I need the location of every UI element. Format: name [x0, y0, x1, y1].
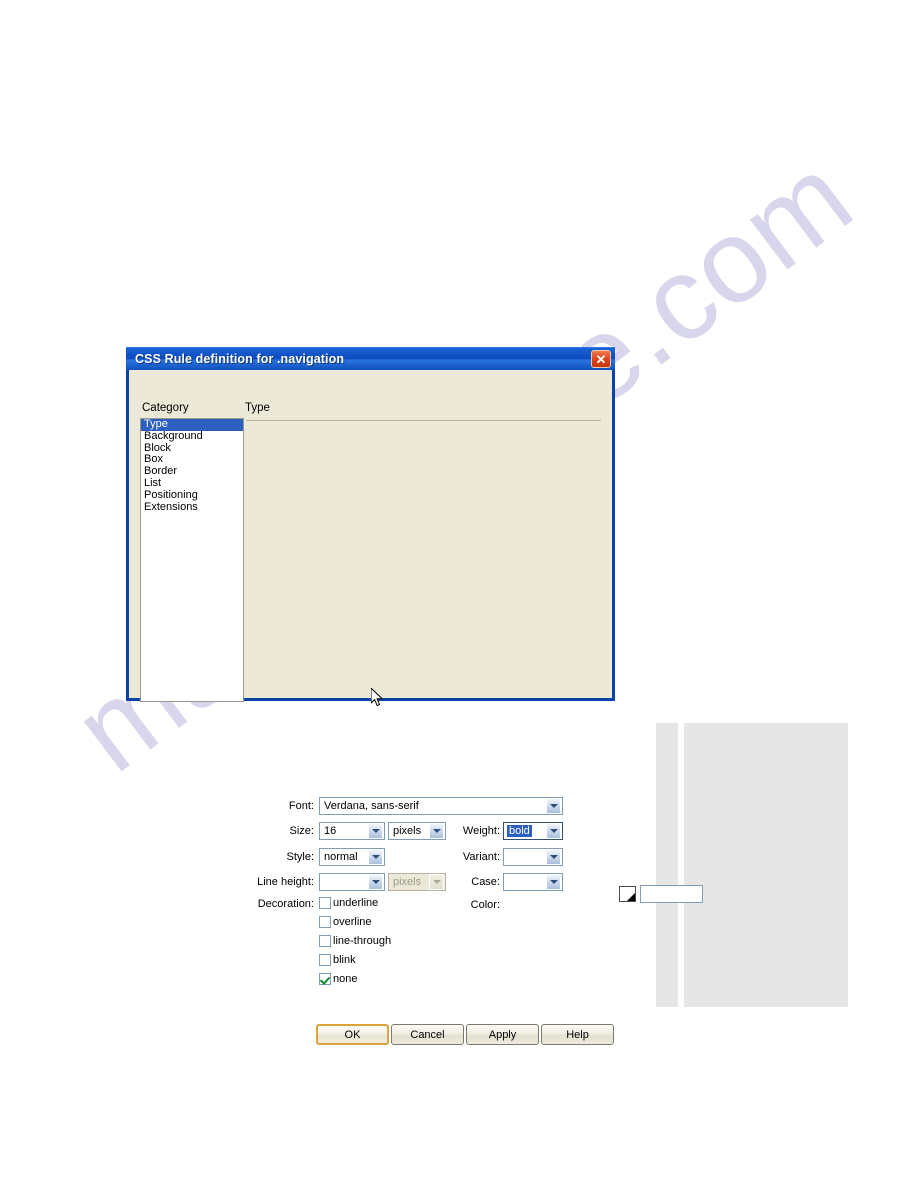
style-value: normal	[324, 851, 358, 863]
size-units-select[interactable]: pixels	[388, 822, 446, 840]
decoration-overline-checkbox[interactable]: overline	[319, 916, 372, 928]
chevron-down-icon	[368, 849, 383, 865]
line-height-units-value: pixels	[393, 876, 422, 888]
decoration-underline-label: underline	[333, 897, 379, 909]
help-button[interactable]: Help	[541, 1024, 614, 1045]
cancel-button-label: Cancel	[410, 1028, 445, 1041]
chevron-down-icon	[546, 874, 561, 890]
weight-label: Weight:	[462, 825, 500, 837]
color-input[interactable]	[640, 885, 703, 903]
chevron-down-icon	[546, 798, 561, 814]
case-label: Case:	[471, 876, 500, 888]
decoration-line-through-label: line-through	[333, 935, 392, 947]
color-label: Color:	[470, 899, 500, 911]
chevron-down-icon	[368, 874, 383, 890]
decoration-label: Decoration:	[257, 898, 314, 910]
wide-gray-panel	[684, 723, 848, 1007]
apply-button-label: Apply	[488, 1028, 517, 1041]
chevron-down-icon	[368, 823, 383, 839]
chevron-down-icon	[546, 823, 561, 839]
pane-divider	[246, 420, 601, 421]
size-value: 16	[324, 825, 337, 837]
ok-button[interactable]: OK	[316, 1024, 389, 1045]
line-height-select[interactable]	[319, 873, 385, 891]
weight-value: bold	[507, 825, 532, 837]
decoration-none-checkbox[interactable]: none	[319, 973, 357, 985]
decoration-none-label: none	[333, 973, 358, 985]
checkbox-icon	[319, 935, 331, 947]
size-label: Size:	[289, 825, 314, 837]
decoration-underline-checkbox[interactable]: underline	[319, 897, 378, 909]
checkbox-icon	[319, 916, 331, 928]
checkbox-icon	[319, 897, 331, 909]
line-height-label: Line height:	[257, 876, 314, 888]
category-item-list[interactable]: List	[141, 477, 243, 490]
variant-label: Variant:	[462, 851, 500, 863]
style-label: Style:	[286, 851, 314, 863]
category-list[interactable]: Type Background Block Box Border List Po…	[140, 418, 244, 702]
font-label: Font:	[288, 800, 314, 812]
category-item-background[interactable]: Background	[141, 430, 243, 443]
font-value: Verdana, sans-serif	[324, 800, 419, 812]
decoration-line-through-checkbox[interactable]: line-through	[319, 935, 391, 947]
decoration-blink-label: blink	[333, 954, 356, 966]
dialog-title: CSS Rule definition for .navigation	[135, 352, 345, 366]
dialog-title-bar: CSS Rule definition for .navigation ✕	[126, 347, 615, 370]
pane-title: Type	[245, 402, 270, 414]
dialog-body: Category Type Background Block Box Borde…	[129, 370, 703, 1045]
checkbox-checked-icon	[319, 973, 331, 985]
weight-select[interactable]: bold	[503, 822, 563, 840]
narrow-gray-bar	[656, 723, 678, 1007]
line-height-units-select: pixels	[388, 873, 446, 891]
category-item-positioning[interactable]: Positioning	[141, 489, 243, 502]
cancel-button[interactable]: Cancel	[391, 1024, 464, 1045]
font-select[interactable]: Verdana, sans-serif	[319, 797, 563, 815]
help-button-label: Help	[566, 1028, 589, 1041]
checkbox-icon	[319, 954, 331, 966]
chevron-down-icon	[546, 849, 561, 865]
category-item-extensions[interactable]: Extensions	[141, 501, 243, 514]
size-units-value: pixels	[393, 825, 422, 837]
size-select[interactable]: 16	[319, 822, 385, 840]
ok-button-label: OK	[344, 1028, 361, 1041]
category-label: Category	[142, 402, 189, 414]
apply-button[interactable]: Apply	[466, 1024, 539, 1045]
decoration-blink-checkbox[interactable]: blink	[319, 954, 356, 966]
decoration-overline-label: overline	[333, 916, 372, 928]
close-icon[interactable]: ✕	[591, 350, 611, 368]
color-swatch-button[interactable]	[619, 886, 636, 902]
variant-select[interactable]	[503, 848, 563, 866]
close-x-glyph: ✕	[595, 351, 607, 367]
style-select[interactable]: normal	[319, 848, 385, 866]
case-select[interactable]	[503, 873, 563, 891]
css-rule-definition-dialog: CSS Rule definition for .navigation ✕ Ca…	[126, 347, 703, 1045]
